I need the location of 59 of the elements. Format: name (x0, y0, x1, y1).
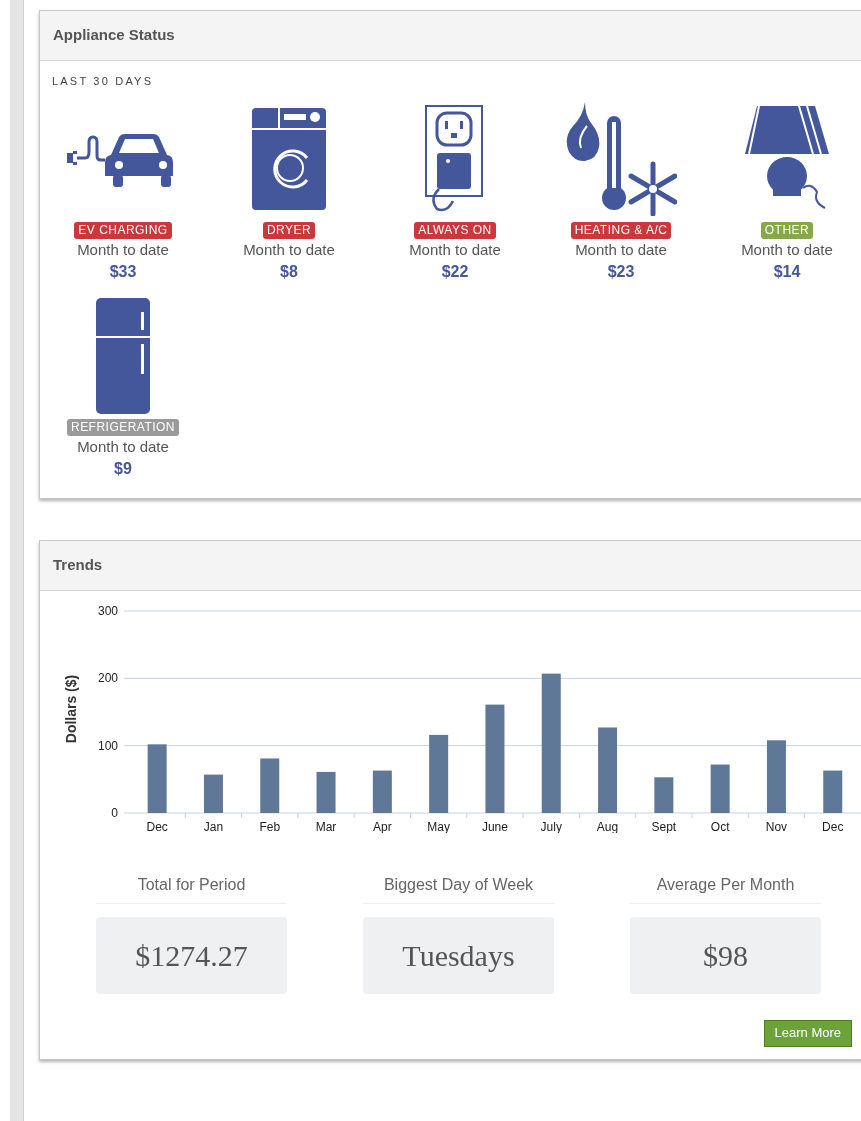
bar (372, 770, 392, 813)
category-badge: REFRIGERATION (67, 418, 179, 436)
flame-thermometer-snowflake-icon (565, 101, 677, 216)
x-tick-label: July (540, 819, 562, 833)
x-tick-label: Mar (315, 819, 337, 833)
power-outlet-icon (425, 104, 485, 213)
bar (316, 771, 336, 813)
bar (710, 764, 730, 813)
y-tick-label: 0 (111, 805, 118, 820)
caption: Month to date (409, 239, 501, 260)
bar (147, 743, 167, 813)
caption: Month to date (575, 239, 667, 260)
category-badge: ALWAYS ON (414, 221, 496, 239)
x-tick-label: Dec (822, 819, 844, 833)
panel-title: Appliance Status (53, 25, 175, 46)
caption: Month to date (77, 239, 169, 260)
y-tick-label: 100 (97, 738, 118, 753)
category-badge: OTHER (760, 221, 814, 239)
x-tick-label: Dec (146, 819, 168, 833)
panel-title: Trends (53, 554, 103, 575)
bar (654, 776, 674, 813)
amount: $8 (280, 261, 298, 282)
x-tick-label: Jan (203, 819, 224, 833)
amount: $14 (773, 261, 801, 282)
caption: Month to date (741, 239, 833, 260)
y-tick-label: 300 (97, 603, 118, 618)
x-tick-label: Oct (710, 819, 730, 833)
refrigerator-icon (96, 297, 150, 414)
x-tick-label: May (427, 819, 450, 833)
bar (823, 770, 843, 813)
category-badge: EV CHARGING (74, 221, 172, 239)
x-tick-label: Apr (373, 819, 392, 833)
x-tick-label: Nov (765, 819, 788, 833)
x-tick-label: Feb (259, 819, 281, 833)
amount: $22 (441, 261, 469, 282)
bar (203, 774, 223, 813)
stat-label: Biggest Day of Week (363, 872, 554, 904)
stat-label: Average Per Month (630, 872, 821, 904)
caption: Month to date (243, 239, 335, 260)
caption: Month to date (77, 436, 169, 457)
y-tick-label: 200 (97, 670, 118, 685)
washing-machine-icon (252, 107, 326, 210)
category-badge: DRYER (262, 221, 316, 239)
stat-value: $1274.27 (96, 916, 287, 994)
table-lamp-icon (745, 105, 829, 212)
stat-value: Tuesdays (363, 916, 554, 994)
x-tick-label: Sept (651, 819, 677, 833)
y-axis-title: Dollars ($) (63, 674, 79, 743)
amount: $23 (607, 261, 635, 282)
stat-label: Total for Period (96, 872, 287, 904)
x-tick-label: June (481, 819, 508, 833)
amount: $33 (109, 261, 137, 282)
stat-value: $98 (630, 916, 821, 994)
amount: $9 (114, 458, 132, 479)
learn-more-button[interactable]: Learn More (763, 1019, 852, 1047)
category-badge: HEATING & A/C (570, 221, 672, 239)
period-label: LAST 30 DAYS (52, 74, 155, 89)
bar (260, 757, 280, 813)
x-tick-label: Aug (596, 819, 619, 833)
